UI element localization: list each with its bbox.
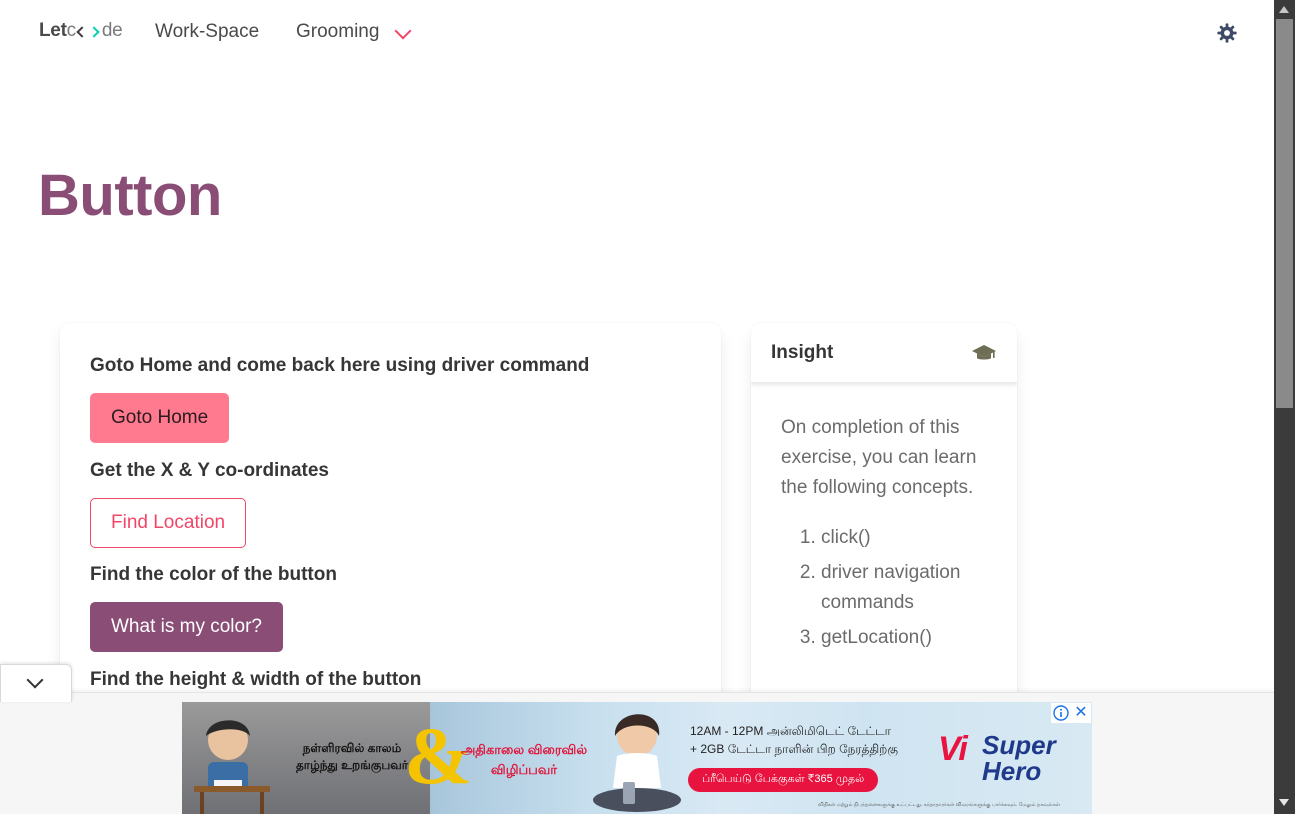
ad-price-pill: ப்ரீபெய்டு பேக்குகள் ₹365 முதல் xyxy=(688,768,879,792)
ad-text-middle: அதிகாலை விரைவில் விழிப்பவர் xyxy=(460,742,588,777)
find-location-button[interactable]: Find Location xyxy=(90,498,247,548)
concept-item: getLocation() xyxy=(821,623,987,653)
close-icon[interactable]: ✕ xyxy=(1071,703,1091,723)
question-color: Find the color of the button xyxy=(90,564,337,585)
ad-sleepy-boy-illustration xyxy=(194,720,270,814)
brand-code-mark: c de xyxy=(66,20,123,41)
ad-text-left: நள்ளிரவில் காலம் தாழ்ந்து உறங்குபவர் xyxy=(295,741,409,772)
concept-list: click() driver navigation commands getLo… xyxy=(781,523,987,653)
ad-girl-illustration xyxy=(593,714,681,812)
ad-brand-hero: Super Hero xyxy=(982,730,1056,786)
nav-grooming[interactable]: Grooming xyxy=(296,21,379,43)
graduation-cap-icon xyxy=(972,344,996,359)
code-chevron-left-icon xyxy=(77,26,88,37)
insight-intro: On completion of this exercise, you can … xyxy=(781,417,977,498)
insight-card: Insight On completion of this exercise, … xyxy=(751,323,1017,723)
info-icon-glyph xyxy=(1053,705,1069,721)
brand-suffix: de xyxy=(101,20,123,41)
scrollbar-thumb[interactable] xyxy=(1276,19,1293,408)
scroll-up-arrow-icon[interactable] xyxy=(1279,6,1289,13)
ad-brand-vi: Vi xyxy=(938,730,968,768)
chevron-down-icon xyxy=(26,671,44,689)
insight-header: Insight xyxy=(751,323,1017,383)
ad-text-right-line1: 12AM - 12PM அன்லிமிடெட் டேட்டா xyxy=(690,724,891,738)
chevron-down-icon[interactable] xyxy=(394,22,412,40)
ad-banner[interactable]: நள்ளிரவில் காலம் தாழ்ந்து உறங்குபவர் & அ… xyxy=(182,702,1092,814)
insight-title: Insight xyxy=(771,341,834,363)
concept-item: click() xyxy=(821,523,987,553)
question-coordinates: Get the X & Y co-ordinates xyxy=(90,460,329,481)
gear-icon[interactable] xyxy=(1216,22,1238,44)
goto-home-button[interactable]: Goto Home xyxy=(90,393,230,443)
info-icon[interactable] xyxy=(1051,703,1071,723)
ad-text-right: 12AM - 12PM அன்லிமிடெட் டேட்டா + 2GB டேட… xyxy=(690,722,940,758)
navbar: Let c de Work-Space Grooming xyxy=(0,0,1274,66)
ad-collapse-button[interactable] xyxy=(0,664,72,702)
question-size: Find the height & width of the button xyxy=(90,669,422,690)
ad-fine-print: விதிகள் மற்றும் நிபந்தனைகளுக்கு உட்பட்டத… xyxy=(818,802,1061,808)
brand-prefix: Let xyxy=(39,20,67,41)
page-title: Button xyxy=(38,163,222,228)
insight-body: On completion of this exercise, you can … xyxy=(751,383,1017,653)
concept-item: driver navigation commands xyxy=(821,558,987,618)
ad-text-right-line2: + 2GB டேட்டா நாளின் பிற நேரத்திற்கு xyxy=(690,742,898,756)
what-is-my-color-button[interactable]: What is my color? xyxy=(90,602,283,652)
scroll-down-arrow-icon[interactable] xyxy=(1279,799,1289,806)
nav-work-space[interactable]: Work-Space xyxy=(155,21,259,43)
brand-logo[interactable]: Let c de xyxy=(39,20,123,42)
question-goto-home: Goto Home and come back here using drive… xyxy=(90,355,590,376)
code-chevron-right-icon xyxy=(90,26,101,37)
